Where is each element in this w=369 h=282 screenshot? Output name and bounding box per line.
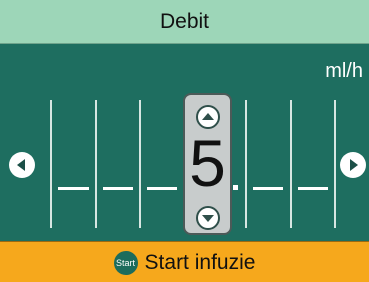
decimal-point (233, 185, 238, 190)
digit-divider (139, 100, 141, 228)
digit-divider (334, 100, 336, 228)
start-infusion-button[interactable]: Start Start infuzie (0, 241, 369, 282)
chevron-right-icon[interactable] (340, 152, 366, 178)
digit-divider (245, 100, 247, 228)
chevron-left-icon[interactable] (9, 152, 35, 178)
active-digit-editor[interactable]: 5 (183, 93, 232, 235)
title-bar: Debit (0, 0, 369, 44)
selected-digit: 5 (189, 126, 226, 200)
digit-slot-empty[interactable] (253, 187, 283, 190)
digit-slot-empty[interactable] (103, 187, 133, 190)
digit-slot-empty[interactable] (58, 187, 89, 190)
digit-divider (50, 100, 52, 228)
screen-title: Debit (159, 9, 210, 33)
infusion-rate-screen: Debit ml/h 5 Start Start infuzie (0, 0, 369, 282)
unit-label: ml/h (325, 60, 363, 82)
digit-divider (290, 100, 292, 228)
start-infusion-label: Start infuzie (144, 250, 256, 274)
chevron-down-icon[interactable] (196, 206, 220, 230)
digit-slot-empty[interactable] (147, 187, 177, 190)
digit-slot-empty[interactable] (298, 187, 328, 190)
digit-divider (95, 100, 97, 228)
start-icon: Start (113, 250, 138, 275)
